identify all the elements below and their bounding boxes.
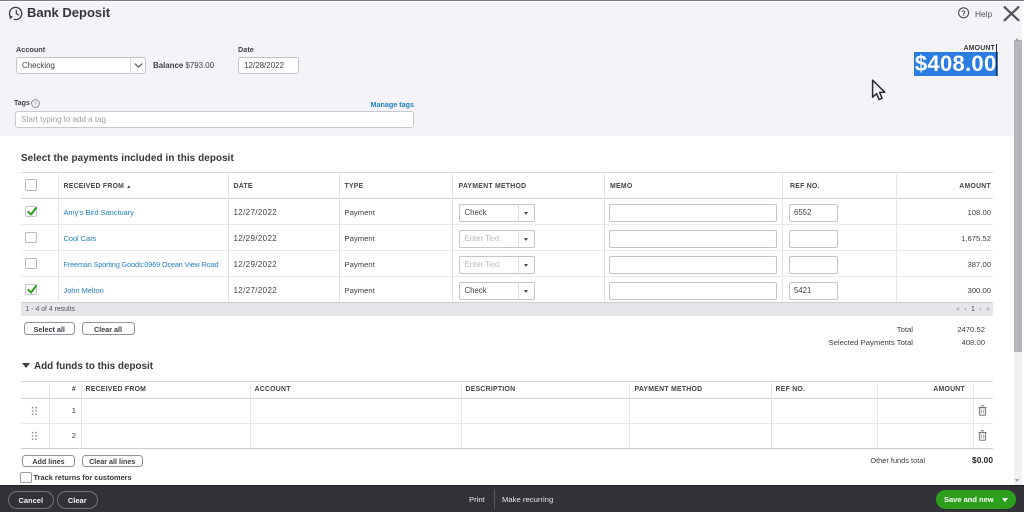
svg-text:?: ? — [961, 8, 966, 17]
